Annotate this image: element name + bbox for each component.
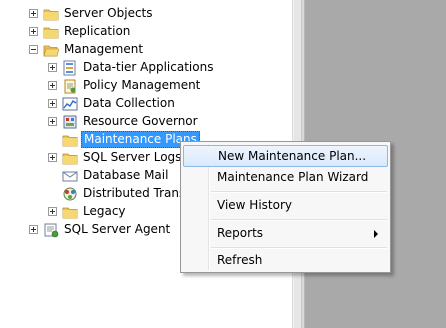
data-collection-icon (62, 97, 78, 111)
tree-item-resource-governor[interactable]: Resource Governor (0, 113, 290, 131)
tree-item-label: Legacy (83, 204, 126, 218)
context-menu: New Maintenance Plan... Maintenance Plan… (180, 141, 391, 273)
tree-item-replication[interactable]: Replication (0, 23, 290, 41)
expand-icon[interactable] (48, 207, 57, 216)
tree-item-label: Management (64, 42, 144, 56)
tree-item-label: Replication (64, 24, 131, 38)
submenu-arrow-icon (374, 230, 378, 238)
tree-item-server-objects[interactable]: Server Objects (0, 5, 290, 23)
folder-icon (62, 135, 78, 147)
agent-icon (44, 223, 59, 238)
folder-icon (62, 153, 78, 165)
mail-icon (62, 171, 78, 182)
expand-icon[interactable] (29, 9, 38, 18)
menu-separator (211, 191, 387, 193)
expand-icon[interactable] (29, 225, 38, 234)
menu-item-label: Maintenance Plan Wizard (217, 170, 369, 184)
expand-icon[interactable] (29, 27, 38, 36)
folder-icon (43, 9, 59, 21)
distributed-transaction-icon (63, 187, 77, 201)
menu-item-refresh[interactable]: Refresh (183, 249, 388, 271)
tree-item-management[interactable]: Management (0, 41, 290, 59)
tree-item-label: Data-tier Applications (83, 60, 214, 74)
expand-icon[interactable] (48, 117, 57, 126)
tree-item-label: Server Objects (64, 6, 153, 20)
tree-item-label: SQL Server Logs (83, 150, 182, 164)
menu-item-label: New Maintenance Plan... (218, 149, 367, 163)
tree-item-label: SQL Server Agent (64, 222, 171, 236)
tree-item-label: Database Mail (83, 168, 169, 182)
menu-separator (211, 219, 387, 221)
tree-item-data-tier-applications[interactable]: Data-tier Applications (0, 59, 290, 77)
expand-icon[interactable] (48, 63, 57, 72)
expand-icon[interactable] (48, 81, 57, 90)
menu-item-reports[interactable]: Reports (183, 222, 388, 244)
collapse-icon[interactable] (29, 45, 38, 54)
menu-item-label: Refresh (217, 253, 263, 267)
menu-item-view-history[interactable]: View History (183, 194, 388, 216)
resource-governor-icon (63, 115, 77, 129)
tree-item-label: Policy Management (83, 78, 201, 92)
menu-item-new-maintenance-plan[interactable]: New Maintenance Plan... (183, 145, 388, 167)
policy-icon (64, 79, 76, 94)
menu-item-label: View History (217, 198, 292, 212)
expand-icon[interactable] (48, 99, 57, 108)
tree-item-label: Resource Governor (83, 114, 198, 128)
menu-item-maintenance-plan-wizard[interactable]: Maintenance Plan Wizard (183, 166, 388, 188)
expand-icon[interactable] (48, 153, 57, 162)
tree-item-policy-management[interactable]: Policy Management (0, 77, 290, 95)
data-tier-icon (63, 60, 76, 76)
folder-icon (43, 27, 59, 39)
tree-item-label: Data Collection (83, 96, 175, 110)
tree-item-data-collection[interactable]: Data Collection (0, 95, 290, 113)
folder-icon (62, 207, 78, 219)
folder-open-icon (43, 45, 59, 57)
menu-item-label: Reports (217, 226, 264, 240)
